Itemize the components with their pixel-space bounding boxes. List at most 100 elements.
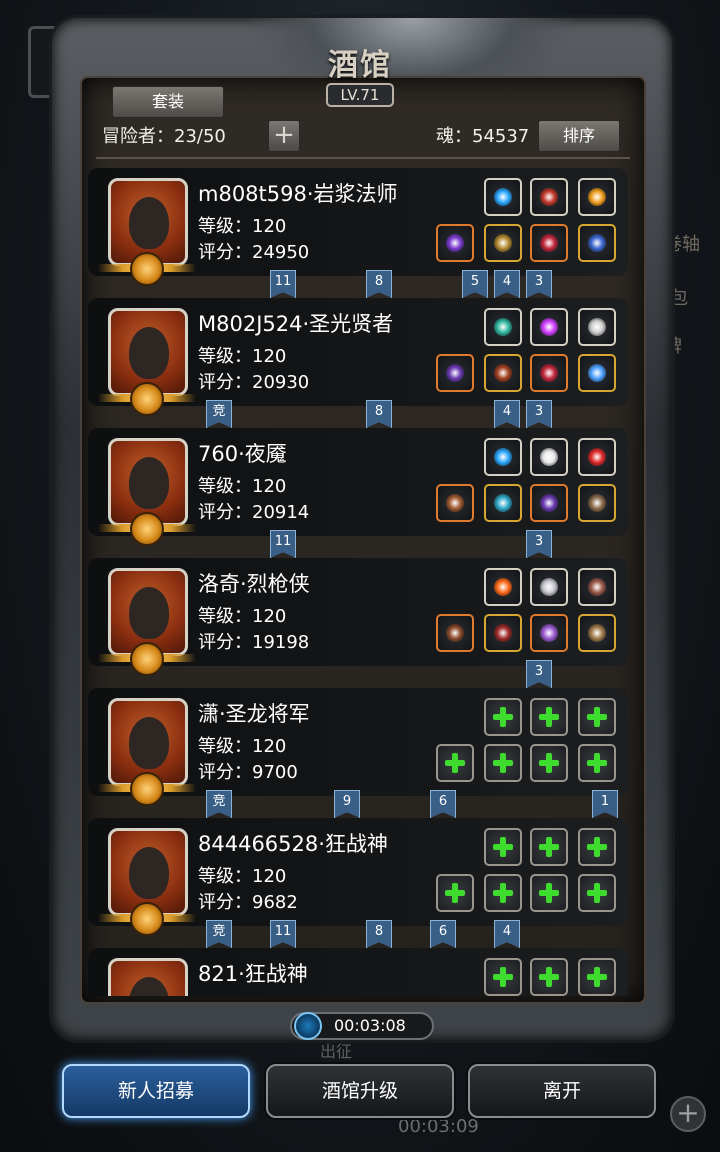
- add-equip-icon: [532, 876, 566, 910]
- add-equip-icon: [486, 700, 520, 734]
- hero-tag: 3: [526, 400, 552, 428]
- recruit-button[interactable]: 新人招募: [62, 1064, 250, 1118]
- equip-slot[interactable]: [530, 438, 568, 476]
- equip-slot[interactable]: [530, 614, 568, 652]
- hero-level: 等级：120: [198, 216, 287, 237]
- hero-tag: 3: [526, 530, 552, 558]
- equip-slot[interactable]: [578, 484, 616, 522]
- empty-equip-slot[interactable]: [436, 744, 474, 782]
- equip-slot[interactable]: [530, 354, 568, 392]
- add-equip-icon: [486, 876, 520, 910]
- set-tab-button[interactable]: 套装: [112, 86, 224, 118]
- leave-button[interactable]: 离开: [468, 1064, 656, 1118]
- empty-equip-slot[interactable]: [484, 874, 522, 912]
- equip-slot[interactable]: [578, 568, 616, 606]
- add-equip-icon: [580, 700, 614, 734]
- equip-slot[interactable]: [578, 178, 616, 216]
- equip-slot[interactable]: [484, 568, 522, 606]
- empty-equip-slot[interactable]: [578, 698, 616, 736]
- equip-slot[interactable]: [578, 438, 616, 476]
- add-equip-icon: [486, 746, 520, 780]
- add-equip-icon: [486, 960, 520, 994]
- hero-level: 等级：120: [198, 736, 287, 757]
- equip-slot[interactable]: [436, 484, 474, 522]
- empty-equip-slot[interactable]: [530, 744, 568, 782]
- hero-tag: 9: [334, 790, 360, 818]
- spear-icon: [446, 624, 464, 642]
- equip-slot[interactable]: [484, 308, 522, 346]
- equip-slot[interactable]: [530, 568, 568, 606]
- empty-equip-slot[interactable]: [578, 958, 616, 996]
- upgrade-tavern-button[interactable]: 酒馆升级: [266, 1064, 454, 1118]
- hero-avatar: [129, 847, 169, 899]
- hero-card[interactable]: 844466528·狂战神 等级：120 评分：9682: [88, 818, 628, 936]
- hero-card[interactable]: 821·狂战神: [88, 948, 628, 996]
- equip-slot[interactable]: [530, 308, 568, 346]
- equip-slot[interactable]: [484, 438, 522, 476]
- sword-icon: [446, 494, 464, 512]
- blue-orb-icon: [494, 448, 512, 466]
- hero-tag: 4: [494, 920, 520, 948]
- glove-icon: [588, 494, 606, 512]
- equip-slot[interactable]: [484, 354, 522, 392]
- hero-tag: 6: [430, 790, 456, 818]
- equip-slot[interactable]: [436, 224, 474, 262]
- empty-equip-slot[interactable]: [484, 744, 522, 782]
- blue-amulet-icon: [588, 234, 606, 252]
- empty-equip-slot[interactable]: [530, 828, 568, 866]
- hero-level: 等级：120: [198, 866, 287, 887]
- equip-slot[interactable]: [484, 178, 522, 216]
- equip-slot[interactable]: [436, 614, 474, 652]
- add-equip-icon: [532, 960, 566, 994]
- hero-tag: 3: [526, 660, 552, 688]
- empty-equip-slot[interactable]: [530, 874, 568, 912]
- hero-card[interactable]: 潇·圣龙将军 等级：120 评分：9700: [88, 688, 628, 806]
- purple-crystal-icon: [540, 624, 558, 642]
- empty-equip-slot[interactable]: [578, 828, 616, 866]
- purple-staff-icon: [446, 234, 464, 252]
- timer-text: 00:03:08: [334, 1016, 406, 1035]
- recruit-timer: 00:03:08: [290, 1012, 434, 1040]
- hero-card[interactable]: M802J524·圣光贤者 等级：120 评分：20930: [88, 298, 628, 416]
- corner-add-icon[interactable]: +: [670, 1096, 706, 1132]
- equip-slot[interactable]: [436, 354, 474, 392]
- empty-equip-slot[interactable]: [484, 958, 522, 996]
- empty-equip-slot[interactable]: [484, 828, 522, 866]
- equip-slot[interactable]: [578, 614, 616, 652]
- empty-equip-slot[interactable]: [530, 958, 568, 996]
- hero-card[interactable]: m808t598·岩浆法师 等级：120 评分：24950: [88, 168, 628, 286]
- red-amulet-icon: [540, 364, 558, 382]
- equip-slot[interactable]: [530, 224, 568, 262]
- equip-slot[interactable]: [530, 484, 568, 522]
- equip-slot[interactable]: [578, 354, 616, 392]
- hero-avatar: [129, 457, 169, 509]
- hero-name: 844466528·狂战神: [198, 832, 388, 856]
- hero-tag: 11: [270, 530, 296, 558]
- equip-slot[interactable]: [484, 614, 522, 652]
- hero-portrait[interactable]: [108, 958, 188, 996]
- hero-avatar: [129, 327, 169, 379]
- hero-card[interactable]: 760·夜魇 等级：120 评分：20914: [88, 428, 628, 546]
- equip-slot[interactable]: [578, 308, 616, 346]
- red-armor-icon: [494, 624, 512, 642]
- empty-equip-slot[interactable]: [578, 874, 616, 912]
- sort-button[interactable]: 排序: [538, 120, 620, 152]
- red-amulet-icon: [540, 234, 558, 252]
- equip-slot[interactable]: [484, 224, 522, 262]
- empty-equip-slot[interactable]: [578, 744, 616, 782]
- empty-equip-slot[interactable]: [530, 698, 568, 736]
- pendant-icon: [588, 364, 606, 382]
- empty-equip-slot[interactable]: [436, 874, 474, 912]
- add-adventurer-button[interactable]: +: [268, 120, 300, 152]
- hero-tags: 11 8 5 4 3: [86, 270, 632, 298]
- equip-slot[interactable]: [578, 224, 616, 262]
- add-equip-icon: [486, 830, 520, 864]
- equip-slot[interactable]: [530, 178, 568, 216]
- add-equip-icon: [438, 876, 472, 910]
- equip-slot[interactable]: [484, 484, 522, 522]
- add-equip-icon: [580, 746, 614, 780]
- empty-equip-slot[interactable]: [484, 698, 522, 736]
- hero-tags: 11 3: [86, 530, 632, 558]
- hero-card[interactable]: 洛奇·烈枪侠 等级：120 评分：19198: [88, 558, 628, 676]
- hero-list[interactable]: m808t598·岩浆法师 等级：120 评分：24950 11 8 5 4 3 M802J52…: [86, 166, 632, 996]
